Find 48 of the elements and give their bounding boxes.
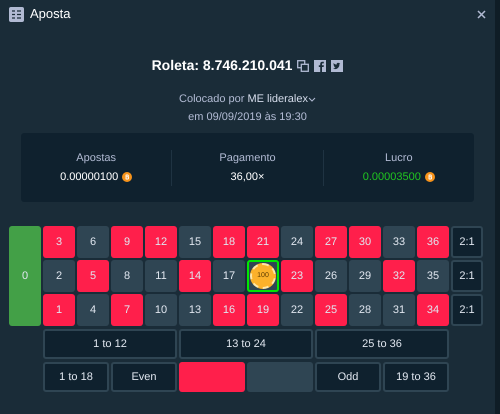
bitcoin-icon (424, 172, 435, 182)
outside-bet-button[interactable]: 19 to 36 (383, 362, 449, 392)
number-cell[interactable]: 35 (417, 260, 449, 292)
outside-bet-button[interactable]: 1 to 18 (43, 362, 109, 392)
column-bet-button[interactable]: 2:1 (451, 226, 483, 258)
outside-bet-button[interactable]: Odd (315, 362, 381, 392)
dozen-bet-button[interactable]: 1 to 12 (43, 329, 177, 359)
stat-label: Pagamento (219, 150, 276, 166)
number-cell[interactable]: 10 (145, 294, 177, 326)
column-bet-button[interactable]: 2:1 (451, 294, 483, 326)
close-icon[interactable] (477, 10, 486, 18)
outside-bet-button[interactable]: Even (111, 362, 177, 392)
stat-value: 0.00003500 (362, 170, 421, 185)
number-cell[interactable]: 4 (77, 294, 109, 326)
color-bet-button[interactable] (247, 362, 313, 392)
number-cell[interactable]: 11 (145, 260, 177, 292)
dozen-bet-button[interactable]: 13 to 24 (179, 329, 313, 359)
facebook-icon[interactable] (314, 60, 326, 72)
stat-value: 0.00000100 (60, 170, 118, 185)
dozen-bet-button[interactable]: 25 to 36 (315, 329, 449, 359)
twitter-icon[interactable] (331, 60, 344, 72)
window-title: Aposta (30, 5, 70, 24)
column-bet-button[interactable]: 2:1 (451, 260, 483, 292)
number-cell[interactable]: 6 (77, 226, 109, 258)
number-cell[interactable]: 2 (43, 260, 75, 292)
placed-by-label: Colocado por (179, 92, 244, 107)
color-bet-button[interactable] (179, 362, 245, 392)
stat-label: Lucro (385, 150, 413, 166)
stat-value: 36,00× (230, 170, 264, 185)
bet-date: em 09/09/2019 às 19:30 (188, 110, 307, 124)
number-cell[interactable]: 13 (179, 294, 211, 326)
number-cell[interactable]: 24 (281, 226, 313, 258)
number-cell[interactable]: 31 (383, 294, 415, 326)
list-icon (9, 6, 24, 22)
chevron-icon[interactable] (308, 96, 316, 102)
number-cell[interactable]: 29 (349, 260, 381, 292)
number-cell[interactable]: 26 (315, 260, 347, 292)
number-cell[interactable]: 33 (383, 226, 415, 258)
copy-icon[interactable] (297, 60, 310, 72)
number-cell[interactable]: 28 (349, 294, 381, 326)
number-cell[interactable]: 15 (179, 226, 211, 258)
user-link[interactable]: ME lideralex (247, 91, 308, 108)
bitcoin-icon (122, 172, 132, 182)
number-cell[interactable]: 8 (111, 260, 143, 292)
number-cell[interactable]: 17 (213, 260, 245, 292)
stat-label: Apostas (76, 150, 116, 166)
number-cell[interactable]: 22 (281, 294, 313, 326)
bet-title: Roleta: 8.746.210.041 (152, 56, 292, 75)
